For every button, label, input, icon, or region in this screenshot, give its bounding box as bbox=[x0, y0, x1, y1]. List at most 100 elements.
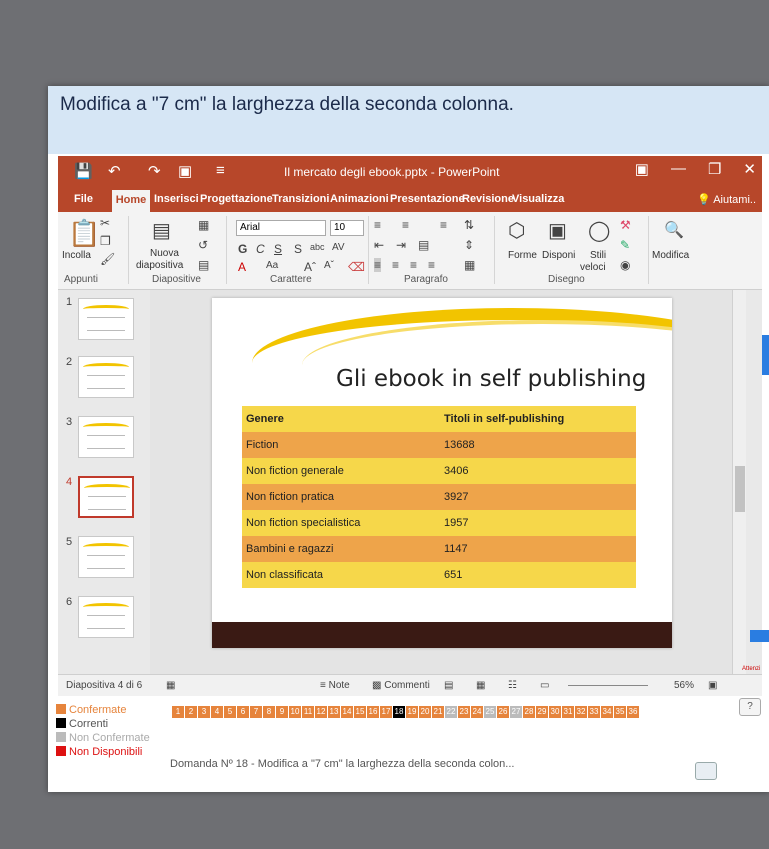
align-center-icon[interactable]: ≡ bbox=[392, 258, 399, 272]
slide-table[interactable]: Genere Titoli in self-publishing Fiction… bbox=[242, 406, 636, 588]
question-number[interactable]: 26 bbox=[497, 706, 509, 718]
columns-icon[interactable]: ▤ bbox=[418, 238, 429, 252]
table-cell[interactable]: Non fiction specialistica bbox=[242, 510, 440, 536]
shrink-font-icon[interactable]: Aˇ bbox=[324, 260, 334, 271]
question-number[interactable]: 29 bbox=[536, 706, 548, 718]
change-case-icon[interactable]: Aa bbox=[266, 260, 278, 271]
table-header-cell[interactable]: Titoli in self-publishing bbox=[440, 406, 636, 432]
shape-fill-icon[interactable]: ⚒ bbox=[620, 218, 631, 232]
fit-to-window-icon[interactable]: ▣ bbox=[708, 680, 717, 691]
question-number[interactable]: 6 bbox=[237, 706, 249, 718]
new-slide-icon[interactable]: ▤ bbox=[152, 218, 171, 243]
slide-thumbnail-2[interactable] bbox=[78, 356, 134, 398]
question-number[interactable]: 25 bbox=[484, 706, 496, 718]
question-number-current[interactable]: 18 bbox=[393, 706, 405, 718]
table-cell[interactable]: Non classificata bbox=[242, 562, 440, 588]
start-slideshow-icon[interactable]: ▣ bbox=[178, 162, 192, 180]
table-cell[interactable]: Non fiction generale bbox=[242, 458, 440, 484]
quick-styles-label-2[interactable]: veloci bbox=[580, 262, 606, 273]
save-icon[interactable]: 💾 bbox=[74, 162, 93, 180]
slide-thumbnail-6[interactable] bbox=[78, 596, 134, 638]
question-number[interactable]: 28 bbox=[523, 706, 535, 718]
question-number[interactable]: 7 bbox=[250, 706, 262, 718]
text-direction-icon[interactable]: ⇅ bbox=[464, 218, 474, 232]
paste-icon[interactable]: 📋 bbox=[68, 218, 100, 249]
new-slide-label-2[interactable]: diapositiva bbox=[136, 260, 183, 271]
spell-check-icon[interactable]: ▦ bbox=[166, 680, 175, 691]
table-cell[interactable]: 1147 bbox=[440, 536, 636, 562]
slide-thumbnail-4[interactable] bbox=[78, 476, 134, 518]
tab-view[interactable]: Visualizza bbox=[512, 193, 564, 205]
question-number[interactable]: 15 bbox=[354, 706, 366, 718]
question-number[interactable]: 3 bbox=[198, 706, 210, 718]
increase-indent-icon[interactable]: ⇥ bbox=[396, 238, 406, 252]
question-number[interactable]: 4 bbox=[211, 706, 223, 718]
question-number[interactable]: 21 bbox=[432, 706, 444, 718]
question-number[interactable]: 9 bbox=[276, 706, 288, 718]
table-cell[interactable]: 3927 bbox=[440, 484, 636, 510]
maximize-icon[interactable]: ❐ bbox=[708, 160, 721, 178]
clear-format-icon[interactable]: ⌫ bbox=[348, 260, 365, 274]
line-spacing-icon[interactable]: ≡ bbox=[440, 218, 447, 232]
quick-styles-icon[interactable]: ◯ bbox=[588, 218, 610, 243]
question-number[interactable]: 33 bbox=[588, 706, 600, 718]
table-cell[interactable]: 651 bbox=[440, 562, 636, 588]
tab-slideshow[interactable]: Presentazione bbox=[390, 193, 465, 205]
question-number[interactable]: 14 bbox=[341, 706, 353, 718]
font-color-icon[interactable]: A bbox=[238, 260, 246, 274]
question-number[interactable]: 5 bbox=[224, 706, 236, 718]
copy-icon[interactable]: ❐ bbox=[100, 234, 111, 248]
notes-button[interactable]: ≡ Note bbox=[320, 680, 350, 691]
ribbon-display-icon[interactable]: ▣ bbox=[635, 160, 649, 178]
question-number[interactable]: 27 bbox=[510, 706, 522, 718]
tab-animations[interactable]: Animazioni bbox=[330, 193, 389, 205]
scrollbar-thumb[interactable] bbox=[735, 466, 745, 512]
redo-icon[interactable]: ↷ bbox=[148, 162, 161, 180]
question-number[interactable]: 12 bbox=[315, 706, 327, 718]
slide-thumbnail-1[interactable] bbox=[78, 298, 134, 340]
slide-thumbnail-3[interactable] bbox=[78, 416, 134, 458]
question-number[interactable]: 13 bbox=[328, 706, 340, 718]
grow-font-icon[interactable]: Aˆ bbox=[304, 260, 316, 274]
tab-design[interactable]: Progettazione bbox=[200, 193, 273, 205]
font-name-field[interactable]: Arial bbox=[236, 220, 326, 236]
tab-review[interactable]: Revisione bbox=[462, 193, 514, 205]
shape-effects-icon[interactable]: ◉ bbox=[620, 258, 630, 272]
question-number[interactable]: 1 bbox=[172, 706, 184, 718]
arrange-icon[interactable]: ▣ bbox=[548, 218, 567, 243]
arrange-label[interactable]: Disponi bbox=[542, 250, 575, 261]
tab-insert[interactable]: Inserisci bbox=[154, 193, 199, 205]
format-painter-icon[interactable]: 🖌 bbox=[100, 252, 115, 266]
customize-toolbar-icon[interactable]: ≡ bbox=[216, 162, 225, 179]
table-cell[interactable]: Non fiction pratica bbox=[242, 484, 440, 510]
question-number[interactable]: 8 bbox=[263, 706, 275, 718]
background-window-button[interactable] bbox=[750, 630, 769, 642]
smartart-icon[interactable]: ▦ bbox=[464, 258, 475, 272]
table-cell[interactable]: 1957 bbox=[440, 510, 636, 536]
shapes-label[interactable]: Forme bbox=[508, 250, 537, 261]
slide-sorter-icon[interactable]: ▦ bbox=[476, 680, 485, 691]
table-cell[interactable]: Bambini e ragazzi bbox=[242, 536, 440, 562]
cut-icon[interactable]: ✂ bbox=[100, 216, 110, 230]
question-number[interactable]: 36 bbox=[627, 706, 639, 718]
next-button[interactable] bbox=[695, 762, 717, 780]
table-header-cell[interactable]: Genere bbox=[242, 406, 440, 432]
question-number[interactable]: 19 bbox=[406, 706, 418, 718]
align-right-icon[interactable]: ≡ bbox=[410, 258, 417, 272]
help-search[interactable]: 💡 Aiutami.. bbox=[697, 193, 756, 206]
question-number[interactable]: 22 bbox=[445, 706, 457, 718]
bullets-icon[interactable]: ≡ bbox=[374, 218, 381, 232]
question-number[interactable]: 30 bbox=[549, 706, 561, 718]
question-number[interactable]: 23 bbox=[458, 706, 470, 718]
tab-home[interactable]: Home bbox=[112, 190, 150, 212]
edit-label[interactable]: Modifica bbox=[652, 250, 689, 261]
undo-icon[interactable]: ↶ bbox=[108, 162, 121, 180]
question-number[interactable]: 10 bbox=[289, 706, 301, 718]
slideshow-view-icon[interactable]: ▭ bbox=[540, 680, 549, 691]
reset-icon[interactable]: ↺ bbox=[198, 238, 208, 252]
slide-title[interactable]: Gli ebook in self publishing bbox=[336, 366, 646, 392]
new-slide-label-1[interactable]: Nuova bbox=[150, 248, 179, 259]
italic-icon[interactable]: C bbox=[256, 242, 265, 256]
question-number[interactable]: 24 bbox=[471, 706, 483, 718]
help-button[interactable]: ? bbox=[739, 698, 761, 716]
